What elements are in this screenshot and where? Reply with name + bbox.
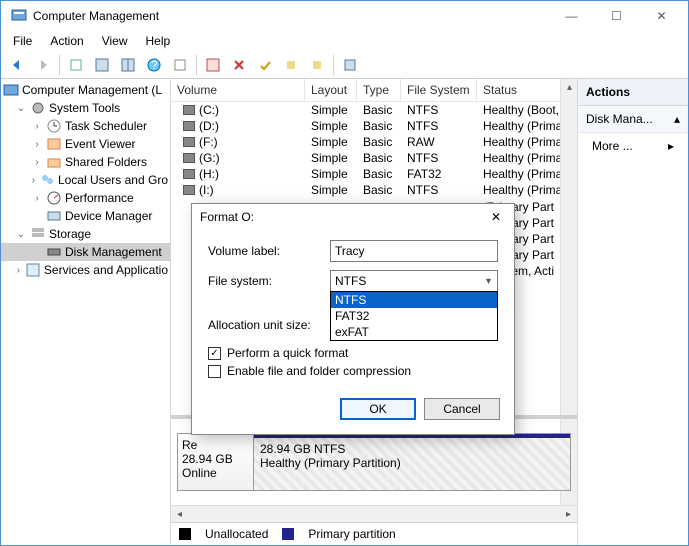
close-button[interactable]: ✕ [639,1,684,31]
extra1-icon[interactable] [279,53,303,77]
ok-button[interactable]: OK [340,398,416,420]
window-title: Computer Management [33,9,549,23]
actions-header: Actions [578,79,688,106]
tree-services[interactable]: ›Services and Applicatio [1,261,170,279]
tree-local-users[interactable]: ›Local Users and Gro [1,171,170,189]
col-filesystem[interactable]: File System [401,79,477,101]
menu-bar: File Action View Help [1,31,688,51]
pane1-icon[interactable] [90,53,114,77]
col-volume[interactable]: Volume [171,79,305,101]
table-row[interactable]: (C:)SimpleBasicNTFSHealthy (Boot, Page F [171,102,577,118]
fs-option-ntfs[interactable]: NTFS [331,292,497,308]
table-row[interactable]: (G:)SimpleBasicNTFSHealthy (Primary Part [171,150,577,166]
back-icon[interactable] [5,53,29,77]
pane2-icon[interactable] [116,53,140,77]
volume-icon [183,121,195,131]
disk-label: Re 28.94 GB Online [178,434,254,490]
tree-task-scheduler[interactable]: ›Task Scheduler [1,117,170,135]
tree-system-tools[interactable]: ⌄System Tools [1,99,170,117]
tree-storage[interactable]: ⌄Storage [1,225,170,243]
extra3-icon[interactable] [338,53,362,77]
legend: Unallocated Primary partition [171,522,577,545]
volume-icon [183,169,195,179]
volume-icon [183,153,195,163]
file-system-label: File system: [208,274,330,288]
tree-root-label: Computer Management (L [22,83,162,97]
volume-icon [183,185,195,195]
menu-view[interactable]: View [94,32,136,50]
chevron-right-icon: ▸ [668,139,674,153]
app-icon [11,8,27,24]
compression-checkbox[interactable] [208,365,221,378]
disk-row[interactable]: Re 28.94 GB Online 28.94 GB NTFS Healthy… [177,433,571,491]
extra2-icon[interactable] [305,53,329,77]
fs-option-exfat[interactable]: exFAT [331,324,497,340]
svg-text:?: ? [151,58,158,72]
compression-label: Enable file and folder compression [227,364,411,378]
scroll-up-icon[interactable]: ▴ [561,79,578,96]
table-row[interactable]: (F:)SimpleBasicRAWHealthy (Primary Part [171,134,577,150]
allocation-size-label: Allocation unit size: [208,318,330,332]
legend-primary-label: Primary partition [308,527,395,541]
fs-option-fat32[interactable]: FAT32 [331,308,497,324]
table-row[interactable]: (I:)SimpleBasicNTFSHealthy (Primary Part [171,182,577,198]
tree-shared-folders[interactable]: ›Shared Folders [1,153,170,171]
cancel-button[interactable]: Cancel [424,398,500,420]
forward-icon [31,53,55,77]
quick-format-checkbox[interactable]: ✓ [208,347,221,360]
tree-pane: Computer Management (L ⌄System Tools ›Ta… [1,79,171,545]
check-icon[interactable] [253,53,277,77]
disk-partition[interactable]: 28.94 GB NTFS Healthy (Primary Partition… [254,434,570,490]
actions-section[interactable]: Disk Mana... ▴ [578,106,688,133]
actions-more[interactable]: More ... ▸ [578,133,688,159]
collapse-icon: ▴ [674,112,680,126]
legend-unallocated-swatch [179,528,191,540]
tree-device-manager[interactable]: Device Manager [1,207,170,225]
minimize-button[interactable]: — [549,1,594,31]
up-icon[interactable] [64,53,88,77]
tree-disk-management[interactable]: Disk Management [1,243,170,261]
format-dialog: Format O: ✕ Volume label: File system: N… [191,203,515,435]
chevron-down-icon: ▾ [486,276,493,287]
volume-icon [183,137,195,147]
delete-icon[interactable] [227,53,251,77]
file-system-combo[interactable]: NTFS ▾ [330,270,498,292]
menu-action[interactable]: Action [42,32,91,50]
quick-format-label: Perform a quick format [227,346,348,360]
volume-table-header: Volume Layout Type File System Status [171,79,577,102]
volume-label-label: Volume label: [208,244,330,258]
dialog-close-icon[interactable]: ✕ [486,210,506,224]
tree-root[interactable]: Computer Management (L [1,81,170,99]
volume-icon [183,105,195,115]
scroll-left-icon[interactable]: ◂ [171,506,188,523]
menu-file[interactable]: File [5,32,40,50]
tree-performance[interactable]: ›Performance [1,189,170,207]
maximize-button[interactable]: ☐ [594,1,639,31]
tree-event-viewer[interactable]: ›Event Viewer [1,135,170,153]
actions-pane: Actions Disk Mana... ▴ More ... ▸ [578,79,688,545]
table-row[interactable]: (H:)SimpleBasicFAT32Healthy (Primary Par… [171,166,577,182]
toolbar: ? [1,51,688,79]
file-system-dropdown: NTFS FAT32 exFAT [330,291,498,341]
menu-help[interactable]: Help [138,32,179,50]
refresh-icon[interactable] [201,53,225,77]
legend-primary-swatch [282,528,294,540]
volume-label-input[interactable] [330,240,498,262]
props-icon[interactable] [168,53,192,77]
dialog-title: Format O: [200,210,486,224]
scroll-right-icon[interactable]: ▸ [560,506,577,523]
table-row[interactable]: (D:)SimpleBasicNTFSHealthy (Primary Part [171,118,577,134]
col-layout[interactable]: Layout [305,79,357,101]
legend-unallocated-label: Unallocated [205,527,268,541]
horizontal-scrollbar[interactable]: ◂ ▸ [171,505,577,522]
col-type[interactable]: Type [357,79,401,101]
help-icon[interactable]: ? [142,53,166,77]
